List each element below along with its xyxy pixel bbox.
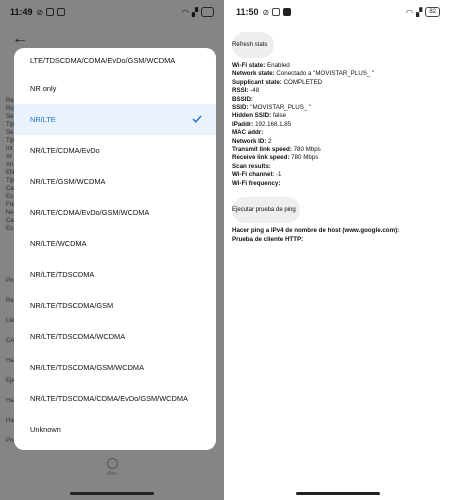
info-row: Wi-Fi channel: -1: [232, 171, 374, 179]
network-option[interactable]: NR/LTE: [14, 104, 216, 135]
checkmark-icon: [192, 115, 202, 125]
home-indicator[interactable]: [296, 492, 380, 495]
info-row: MAC addr:: [232, 129, 374, 137]
info-label: RSSI:: [232, 87, 249, 95]
network-type-dialog: LTE/TDSCDMA/CDMA/EvDo/GSM/WCDMA NR only NR…: [14, 48, 216, 450]
info-row: SSID: "MOVISTAR_PLUS_ ": [232, 104, 374, 112]
network-option-label: NR only: [30, 84, 57, 93]
network-option-label: LTE/TDSCDMA/CDMA/EvDo/GSM/WCDMA: [30, 56, 176, 65]
info-label: Wi-Fi state:: [232, 62, 266, 69]
ping-host-label: Hacer ping a IPv4 de nombre de host (www…: [232, 227, 400, 234]
info-label: MAC addr:: [232, 129, 264, 137]
info-row: IPaddr: 192.168.1.85: [232, 121, 374, 129]
network-option-label: NR/LTE/WCDMA: [30, 239, 87, 248]
right-screen: 11:50 ⊘ ◠ ▞ 82 Refresh stats Wi-Fi state…: [226, 0, 450, 500]
info-label: Wi-Fi frequency:: [232, 179, 281, 187]
info-row: Hidden SSID: false: [232, 112, 374, 120]
network-option-label: NR/LTE/TDSCDMA/GSM/WCDMA: [30, 363, 145, 372]
network-option[interactable]: NR/LTE/CDMA/EvDo/GSM/WCDMA: [14, 197, 216, 228]
info-label: BSSID:: [232, 95, 253, 103]
network-option[interactable]: Unknown: [14, 414, 216, 445]
info-row: Transmit link speed: 780 Mbps: [232, 146, 374, 154]
info-label: Network state:: [232, 70, 275, 78]
info-row: RSSI: -48: [232, 87, 374, 95]
network-option-label: NR/LTE/TDSCDMA/CDMA/EvDo/GSM/WCDMA: [30, 394, 188, 403]
info-row: BSSID:: [232, 96, 374, 104]
info-value: 2: [268, 137, 272, 145]
status-bar: 11:50 ⊘ ◠ ▞ 82: [226, 0, 450, 24]
network-option[interactable]: NR/LTE/WCDMA: [14, 228, 216, 259]
network-option-label: NR/LTE: [30, 115, 56, 124]
info-row: Receive link speed: 780 Mbps: [232, 154, 374, 162]
info-value: 780 Mbps: [291, 154, 319, 162]
info-row: Network state: Conectado a "MOVISTAR_PLU…: [232, 70, 374, 78]
network-option-label: NR/LTE/TDSCDMA/WCDMA: [30, 332, 126, 341]
network-option-label: NR/LTE/GSM/WCDMA: [30, 177, 106, 186]
info-row: Network ID: 2: [232, 138, 374, 146]
network-option[interactable]: LTE/TDSCDMA/CDMA/EvDo/GSM/WCDMA: [14, 48, 216, 73]
network-option-label: Unknown: [30, 425, 61, 434]
ping-results: Hacer ping a IPv4 de nombre de host (www…: [232, 227, 399, 244]
gallery-icon: [272, 8, 281, 16]
info-row: Wi-Fi state: Enabled: [232, 62, 374, 70]
info-row: Supplicant state: COMPLETED: [232, 79, 374, 87]
info-label: Network ID:: [232, 137, 267, 145]
info-value: 192.168.1.85: [255, 120, 292, 128]
network-option[interactable]: NR/LTE/TDSCDMA/CDMA/EvDo/GSM/WCDMA: [14, 383, 216, 414]
signal-icon: ▞: [416, 7, 423, 17]
network-option-label: NR/LTE/TDSCDMA/GSM: [30, 301, 114, 310]
http-test-label: Prueba de cliente HTTP:: [232, 235, 304, 243]
info-label: Supplicant state:: [232, 78, 282, 86]
network-option[interactable]: NR/LTE/TDSCDMA/WCDMA: [14, 321, 216, 352]
info-label: Hidden SSID:: [232, 112, 272, 120]
info-value: -1: [275, 171, 282, 179]
refresh-stats-button[interactable]: Refresh stats: [232, 42, 267, 48]
left-screen: 11:49 ⊘ ◠ ▞ ← Re Ro Se Tip Se Tip Int Ar An EN Tip…: [0, 0, 224, 500]
home-indicator[interactable]: [70, 492, 154, 495]
info-value: "MOVISTAR_PLUS_ ": [250, 104, 312, 112]
info-label: Receive link speed:: [232, 154, 290, 162]
info-value: false: [272, 112, 287, 120]
run-ping-test-button[interactable]: Ejecutar prueba de ping: [232, 207, 296, 213]
network-option-label: NR/LTE/CDMA/EvDo/GSM/WCDMA: [30, 208, 150, 217]
alarm-off-icon: ⊘: [262, 7, 270, 17]
info-label: Scan results:: [232, 162, 271, 170]
info-row: Wi-Fi frequency:: [232, 180, 374, 188]
battery-icon: 82: [425, 7, 440, 17]
network-option[interactable]: NR/LTE/TDSCDMA/GSM: [14, 290, 216, 321]
info-label: Transmit link speed:: [232, 146, 292, 154]
info-label: IPaddr:: [232, 120, 254, 128]
info-value: COMPLETED: [283, 78, 323, 86]
info-value: Conectado a "MOVISTAR_PLUS_ ": [276, 70, 375, 78]
info-value: Enabled: [267, 62, 290, 69]
network-option[interactable]: NR/LTE/TDSCDMA/GSM/WCDMA: [14, 352, 216, 383]
notification-icon: [283, 8, 292, 16]
more-icon: ···: [106, 458, 118, 469]
info-label: Wi-Fi channel:: [232, 171, 275, 179]
more-label: Más: [107, 471, 117, 477]
network-option[interactable]: NR/LTE/GSM/WCDMA: [14, 166, 216, 197]
more-button[interactable]: ··· Más: [0, 458, 224, 477]
network-option[interactable]: NR/LTE/CDMA/EvDo: [14, 135, 216, 166]
info-value: -48: [250, 87, 260, 95]
network-option[interactable]: NR/LTE/TDSCDMA: [14, 259, 216, 290]
info-value: 780 Mbps: [293, 146, 321, 154]
info-row: Scan results:: [232, 163, 374, 171]
network-option-label: NR/LTE/TDSCDMA: [30, 270, 95, 279]
wifi-icon: ◠: [406, 7, 414, 17]
status-time: 11:50: [236, 7, 259, 17]
wifi-info-list: Wi-Fi state: Enabled Network state: Conec…: [232, 62, 374, 188]
info-label: SSID:: [232, 104, 249, 112]
network-option-label: NR/LTE/CDMA/EvDo: [30, 146, 100, 155]
network-option[interactable]: NR only: [14, 73, 216, 104]
